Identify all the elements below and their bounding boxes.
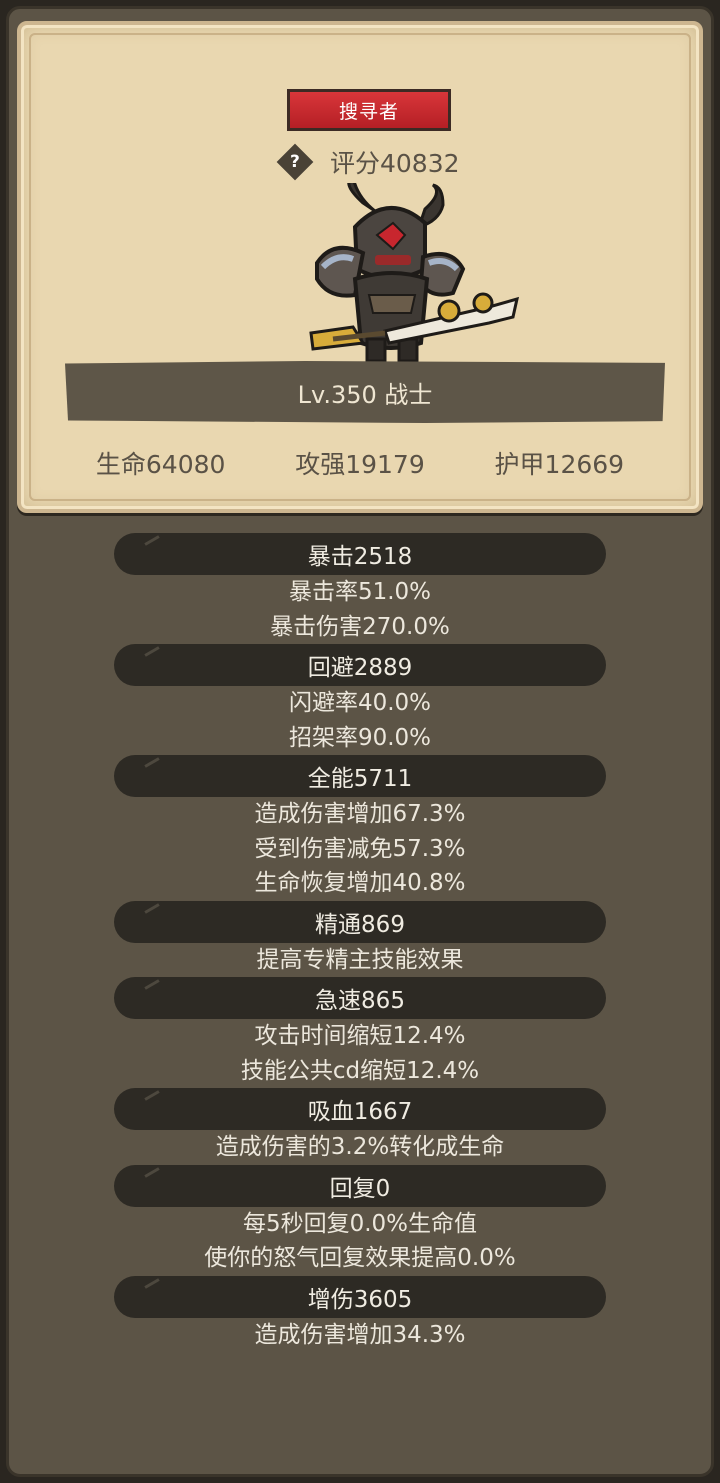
attr-versatility-header: 全能5711 (114, 755, 606, 797)
attr-haste-header: 急速865 (114, 977, 606, 1019)
score-text: 评分40832 (330, 149, 460, 178)
attr-line: 攻击时间缩短12.4% (254, 1023, 466, 1049)
help-icon[interactable]: ? (276, 143, 314, 181)
score-row: ? 评分40832 (276, 143, 460, 181)
attr-line: 提高专精主技能效果 (256, 946, 464, 973)
attribute-detail-list: 暴击2518 暴击率51.0% 暴击伤害270.0% 回避2889 闪避率40.… (9, 533, 711, 1352)
attr-line: 技能公共cd缩短12.4% (240, 1057, 480, 1084)
stat-armor: 护甲12669 (494, 450, 625, 479)
attr-line: 受到伤害减免57.3% (254, 835, 466, 862)
hero-info-panel: 搜寻者 ? 评分40832 Lv.350 战士 生命64080 攻强19179 … (6, 6, 714, 1477)
attr-line: 造成伤害的3.2%转化成生命 (215, 1134, 505, 1160)
attr-line: 使你的怒气回复效果提高0.0% (204, 1245, 516, 1271)
attr-line: 暴击伤害270.0% (270, 613, 450, 640)
attr-line: 暴击率51.0% (288, 579, 432, 605)
stat-hp: 生命64080 (95, 450, 226, 479)
attr-line: 闪避率40.0% (288, 690, 432, 716)
attr-lifesteal-header: 吸血1667 (114, 1088, 606, 1130)
attr-line: 招架率90.0% (288, 724, 432, 751)
attr-line: 造成伤害增加67.3% (254, 801, 466, 827)
attr-damage-bonus-header: 增伤3605 (114, 1275, 606, 1318)
attr-crit-header: 暴击2518 (114, 533, 606, 575)
attr-regen-header: 回复0 (114, 1164, 606, 1207)
rank-badge: 搜寻者 (287, 89, 451, 131)
attr-mastery-header: 精通869 (114, 900, 606, 943)
attr-line: 造成伤害增加34.3% (254, 1321, 466, 1348)
attr-line: 每5秒回复0.0%生命值 (242, 1210, 478, 1237)
attr-avoidance-header: 回避2889 (114, 644, 606, 686)
stat-attack-power: 攻强19179 (295, 450, 425, 479)
attr-line: 生命恢复增加40.8% (254, 870, 466, 896)
warrior-avatar (309, 183, 520, 363)
base-stats-row: 生命64080 攻强19179 护甲12669 (21, 445, 699, 481)
hero-card: 搜寻者 ? 评分40832 Lv.350 战士 生命64080 攻强19179 … (17, 21, 703, 513)
level-class-bar: Lv.350 战士 (65, 361, 665, 423)
